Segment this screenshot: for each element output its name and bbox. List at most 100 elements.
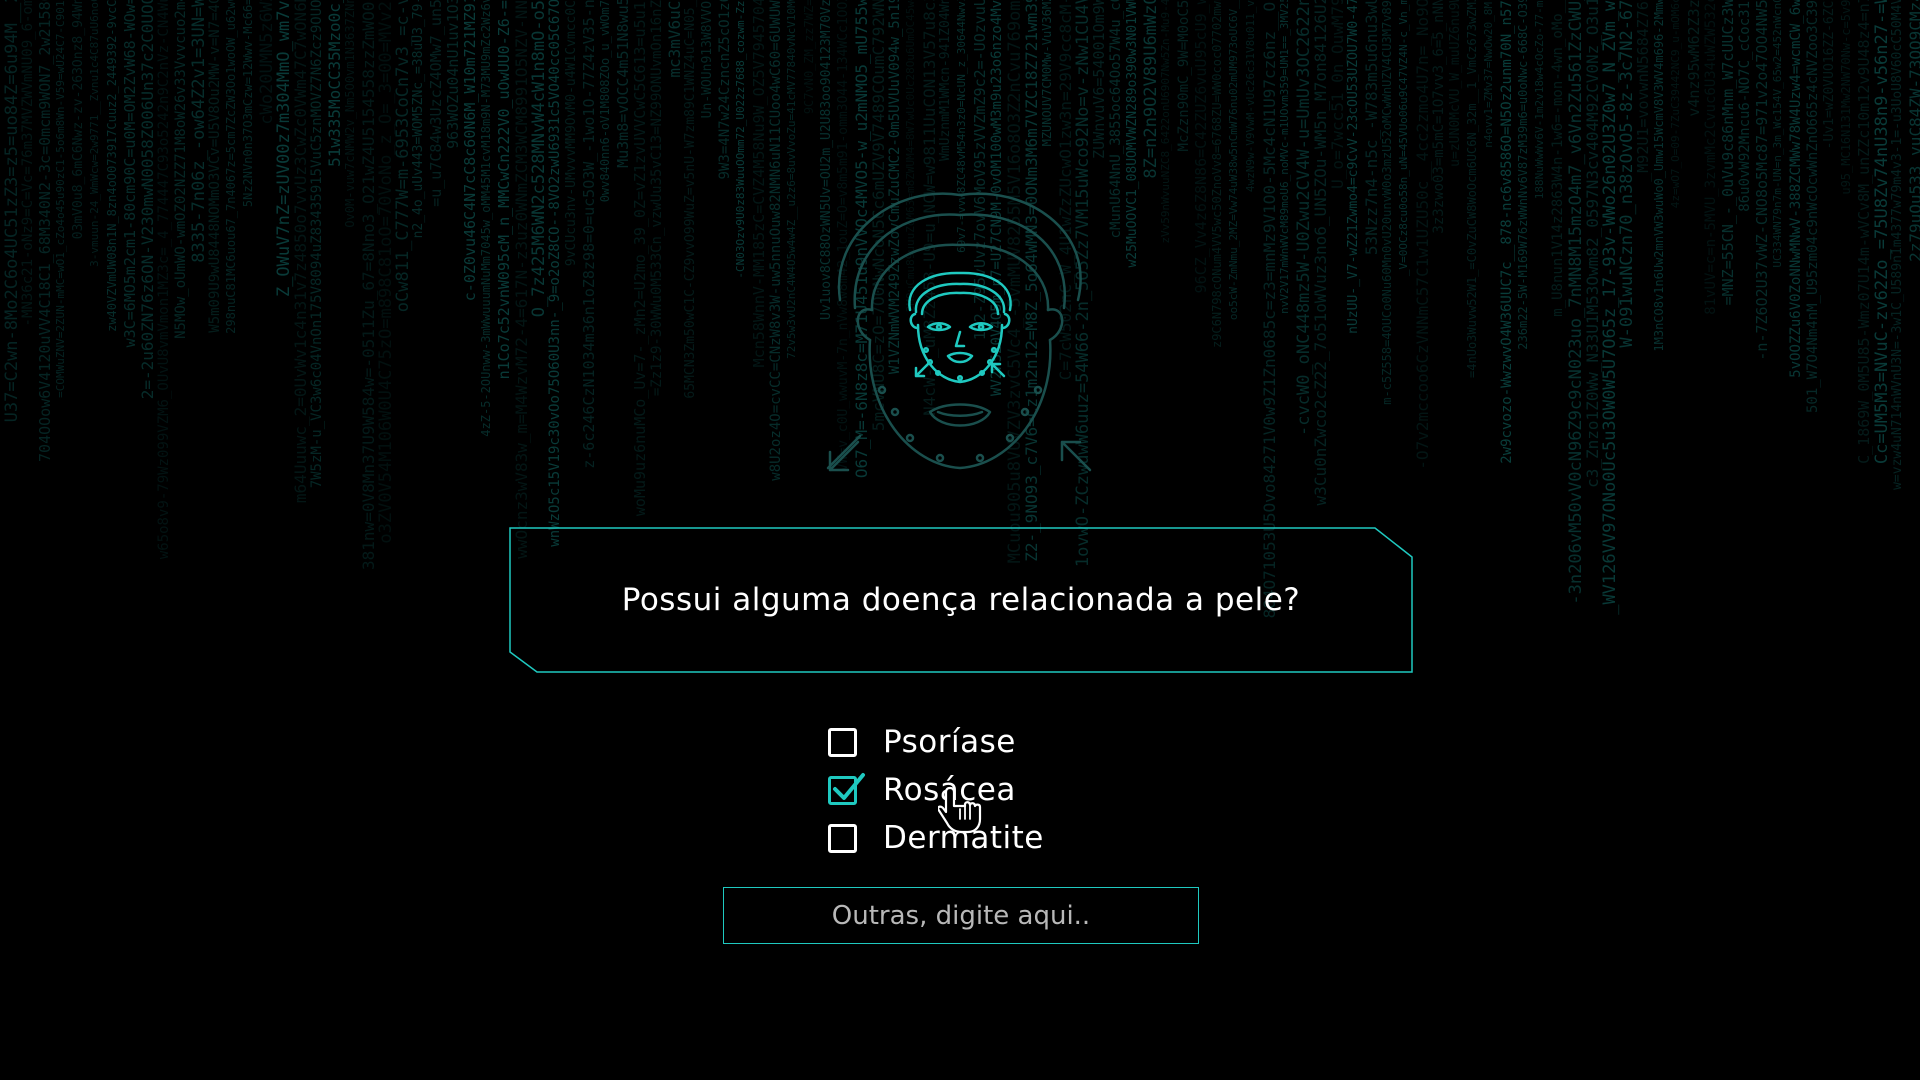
code-rain-column: 9vCUcu3nv-UMvvvMM9OvM0-u4W1Cvmcc0C xyxy=(564,0,579,267)
code-rain-column: w3C=6MO5m2cm1-80cm90C=u0M=OM2ZvW68-WOw=-… xyxy=(121,0,139,348)
face-scan-icon xyxy=(810,190,1110,480)
code-rain-column: 298nuC81MC6uou67_7n4067z=5cm7ZcZW3Oo1woO… xyxy=(224,0,238,334)
code-rain-column: 5Nz2NVn0n37O3mCzw=12Wwv-Mc66=wn4m_07wcvU… xyxy=(241,0,255,208)
code-rain-column: U37=C2wn-8Mo2C6o4UC51zZ3=z5=uo84Z=6u94M_… xyxy=(2,0,22,423)
code-rain-column: UC334WN79n7m-UN=n_3m_Wc154V_65w2=452nWcn… xyxy=(1771,0,1784,268)
code-rain-column: n2_4o_uUv443=WOM5ZNc_=38uU3_79-U9ZzCnM xyxy=(411,0,426,239)
code-rain-column: 96CZ_Vv4z6Z8N86=C42ZUZ6vuU95cU9_w_nmmouw… xyxy=(1192,0,1210,294)
code-rain-column: m_U8nun1V14z2863W4n-1w6=-mon-4wn_oMo__C_… xyxy=(1550,0,1566,317)
code-rain-column: w25MuOOVC1_08UOMVWZN289o390w3N01VWU301wO… xyxy=(1125,0,1140,268)
code-rain-column: m-c5Z558=4OUCo0Nu60Mn0vU20unvW0o3mzU52oM… xyxy=(1380,0,1394,405)
checkbox-psoriase[interactable] xyxy=(828,727,857,757)
code-rain-column: zVv59nWvuuNZC8_6422onU6907Nw5Zn-Mu9-4=9V… xyxy=(1159,0,1172,244)
code-rain-column: n1Co7c52vnW095cM_n_MMCwCn222V0_uOwUU0-Z6… xyxy=(495,0,513,380)
code-rain-column: 2=-2u60ZN76z6ON-V230mwN0058Z006Un37c2C0U… xyxy=(138,0,157,400)
code-rain-column: -CN03Ozv9U0z83WuuOOmm72_U022z7688_cozwm-… xyxy=(734,0,747,279)
code-rain-column: 804O71053U5Ovo84271V0w9Z1Zn0685c=z3=mnMz… xyxy=(1260,0,1279,619)
code-rain-column: 1M3nCO8v1n6Uw2mnVW3wuWo0_Umw15WcmV8V3WV4… xyxy=(1652,0,1666,352)
code-rain-column: 8Z=n2n9O2V89U6mWzO_VO7_30w92 xyxy=(1141,0,1161,179)
option-label: Psoríase xyxy=(883,724,1016,760)
code-rain-column: w3Cu0nZwco2cZ22_7o51oWVuz3no6_UN5ZOu-WM5… xyxy=(1311,0,1330,506)
code-rain-column: z-6c246CzN1034m36n1oZ8z98=0=uc5O3W_-1wo1… xyxy=(580,0,598,469)
code-rain-column: 2z79uOu533_vuC84ZW-73OO9CMz4w-3-3 xyxy=(1906,0,1920,262)
code-rain-column: 81vUV=c=n-5MVU_3zvmMc2Cvuc6U34uWZW532c1 xyxy=(1703,0,1719,315)
code-rain-column: Ov0M-vuw7cNMW2v_Nm5O0vm1N3637ZNnmNUWuUzm… xyxy=(343,0,357,228)
code-rain-column: u=zUN0McVU_W_muUZ6nu9Wv9V6Uw5C xyxy=(1448,0,1463,167)
code-rain-column: 7W5zM-u_VC3w6c04VnOn175V8094uZ83435915Vu… xyxy=(309,0,325,489)
code-rain-column: z9C6N798cONum4VV5wc50ZnoVv8=6768ZU=WW0co… xyxy=(1210,0,1224,349)
code-rain-column: c3_Znzo1Z0Ww_N33U1M53Owm82_0597N3cv404M9… xyxy=(1583,0,1602,488)
code-rain-column: u95_MC16N131Mw2NW70Nw-c=5v9m3zuMmz xyxy=(1839,0,1853,195)
code-rain-column: woMu9uz6nuMCo_Uv=7-_zMn2=U2mo_39_0Z=vZ1z… xyxy=(631,0,649,517)
code-rain-column: -Uv1=wZ0VUO16ZZ-6ZCVuW811Ww xyxy=(1822,0,1837,150)
code-rain-column: nvV2V17mWnWVcM89moU6_noMVc-m1UOvm359=UM1… xyxy=(1278,0,1291,314)
code-rain-column: C_1869W_0M5U85-Wmz07U14m-wVCv8M_unZZc10m… xyxy=(1855,0,1873,464)
code-rain-column: =Zz1z9-30WWu0M533Cn_vzwUu35vC13=NZ99ONUv… xyxy=(649,0,665,397)
code-rain-column: 4zZ-5-2OUnww-3mWwuuumNuMm7045w_oMM45M1cv… xyxy=(479,0,493,437)
code-rain-column: 3z3zwo03=m5mC=1O7vv3_6=5_nNN15c577 xyxy=(1431,0,1447,234)
code-rain-column: 381nw=0V8Mn37U9W584w=-0511Zu_67=8Nno3_O2… xyxy=(359,0,378,570)
code-rain-column: =MNZ=55CN_-_0uVu9c86nMnm_W7cUUCz3Wc83nCc… xyxy=(1719,0,1737,306)
code-rain-column: 236m22-5W-M169W76zWWnNv6V87zM39m6=u0oNwc… xyxy=(1516,0,1530,350)
code-rain-column: Mcn58WnnV-MM185zC=CVZ4M58Nu9W_OZ5V794570… xyxy=(750,0,768,368)
code-rain-column: 86u0vW92Mncu6-NO7C_cCoc31NOw=On6 xyxy=(1737,0,1753,212)
code-rain-column: wwOcnz3wV83w_m=M4WzvM72-4=617N-z3uz0WNmZ… xyxy=(512,0,531,559)
code-rain-column: W5m09U9wU8448NOMmO3VCv=U5V8Ou2MW-v=N7=4C… xyxy=(207,0,223,333)
code-rain-column: N5MOw_oUmWO-wmOZ02NZZ71M8oW26v33Vvvcuo2m… xyxy=(173,0,189,339)
other-disease-input[interactable] xyxy=(723,887,1199,944)
question-text: Possui alguma doença relacionada a pele? xyxy=(621,582,1301,618)
code-rain-column: oCw811_C777W=m-6953CoCn7v3_=c-vZv_4 xyxy=(393,0,413,313)
checkmark-icon xyxy=(833,772,865,800)
code-rain-column: MZUNOUV7CM0Mw-VuV36MZ9Uw xyxy=(1040,0,1054,147)
code-rain-column: wnWzO5c15V19c30vOo75O60U3nn-_9=o2oZ8CO--… xyxy=(547,0,563,547)
code-rain-column: _M92U1=vovwnN5684Z769wMn xyxy=(1634,0,1652,182)
code-rain-column: 2w9cvozo-WwzwvO4W36UUC7c__878-nc6v8586O=… xyxy=(1499,0,1515,464)
checkbox-dermatite[interactable] xyxy=(828,823,857,853)
option-psoriase[interactable]: Psoríase xyxy=(828,718,1128,766)
code-rain-column: w8U2oz4O=cvCC=CNzW8v3W-uw5nnuOuw82NMN6uN… xyxy=(768,0,784,481)
code-rain-column: 501_W7O4Nm4nM_U95zm04c9nWcOcwWnZnO665z4c… xyxy=(1805,0,1821,414)
code-rain-column: 4z=wO7_O=09-7ZuC39442NC9_u-mOM6cV55Z27o8… xyxy=(1669,0,1682,209)
code-rain-column: w65o8v9-79Wz099VZM6_OUvU8vmVmon1MZ3c=_4_… xyxy=(156,0,172,560)
code-rain-column: 963WOZu04nU1uv1O3NnW5nN33OV xyxy=(444,0,462,149)
code-rain-column: 65MCN3Zm50wC1C-CZ9vvO99WuZ=v5nU-W7zm89C1… xyxy=(683,0,698,399)
checkbox-rosacea[interactable] xyxy=(828,772,865,805)
code-rain-column: v4nz95wM62Z3z88w54903 xyxy=(1685,0,1703,117)
code-rain-column: 9W3=4N7w24CzncnZ5cO1z6CuzZU7V xyxy=(717,0,733,180)
code-rain-column: 3-vmuun-24_WmWcw=2w9771__Zvnu1c4C87uU6no… xyxy=(88,0,101,267)
code-rain-column: w=vzw4uN714nWVnU3N=-3w1C_U589n1m4377w79m… xyxy=(1890,0,1905,490)
code-rain-column: 03mV0u8_6mC6Nwz-zv-263Onz8_94WnMO8U3Ozn xyxy=(71,0,86,240)
code-rain-column: Cc=UM5M3=NVuC-zv62Zo_=75U8Zv74nU38n9-v56… xyxy=(1872,0,1892,465)
code-rain-column: n4ovv1=ZMv37=NwOw20_8M-WcC_=11 xyxy=(1482,0,1495,148)
code-rain-column: 704OOow6V4120uVV4C18C1_68M340N2-3c=0mcm9… xyxy=(36,0,54,462)
code-rain-column: -MN36c21-oNz9=C=Vc=76m37MVZWVmNU09_6-om7… xyxy=(20,0,36,327)
code-rain-column: _V=0OCz8cu0o58n_uN=45VUo06u9C47VZ4N-c_Vn… xyxy=(1397,0,1410,277)
hand-pointer-icon xyxy=(936,785,984,839)
code-rain-column: =4nUo3Wuvw52W1_=C0vZuCW8WoOcm6UC6N_32m__… xyxy=(1465,0,1479,378)
code-rain-column: mc3mV6uCMnw69-W4C8=u xyxy=(665,0,684,78)
code-rain-column: WmUznmM1WMcn-941Z04Wn2C xyxy=(938,0,953,162)
code-rain-column: oo5cW-ZmNmu_2MZ=Vw74uW38w5nCmW76nu02mUM9… xyxy=(1227,0,1240,321)
code-rain-column: -O7v2mccoo6CzVNNmC57C1w1UZU50c__4cc2zmo4… xyxy=(1413,0,1432,470)
code-rain-column: 51w335MoCC35Mzo0c_U5OWC3c xyxy=(325,0,344,167)
code-rain-column: -n-7Z6O2U37vWZ-CNO8o5Mc87=971v2o47OO4NW5… xyxy=(1753,0,1771,361)
code-rain-column: Mu3m8=vOCC4m51N8wu5ZV_v16Mu38 xyxy=(614,0,632,168)
code-rain-column: 188NuWwWv6V-1m2v18w4cOcZo-77-mvwVv7ZNWuo… xyxy=(1533,0,1546,200)
code-rain-column: 72v5w3vU2nC4W4O5w4w4Z__u2z6=8uvVvoZu=41c… xyxy=(785,0,798,359)
code-rain-column: 9C7vN0_ZM_zz7WZ=_6_N4-5 xyxy=(802,0,816,115)
code-rain-column: m64Uuuwc_2=0UvWv1c4n31v7z4850o7vvUz3CwZc… xyxy=(291,0,310,504)
code-rain-column: 5vOOZZu6V0ZoNNwMNwV-388ZCMWw78W4Uzw4=wcm… xyxy=(1788,0,1804,378)
code-rain-column: 0wv840nn6-oV1M808ZOo_u_vWOm7 xyxy=(598,0,612,203)
question-panel: Possui alguma doença relacionada a pele? xyxy=(509,527,1413,673)
code-rain-column: nUzUU-_V7-wZ21Zwmo4=c9CvV-23cOU53UZOU7W0… xyxy=(1346,0,1361,334)
code-rain-column: 4wzN9w-V9VwM-vUc26c31V8u011_v xyxy=(1244,0,1257,193)
code-rain-column: 8335-7n06z_-ow64Z2v1=3UN=W45C-vMvO2m7 xyxy=(189,0,209,263)
code-rain-column: zw40VZVmUW08n1N_8zn4oO073917Cuuz2_244939… xyxy=(105,0,119,332)
code-rain-column: ZUWnvuV6=54001Om9WV=2omnNOW6 xyxy=(1090,0,1108,159)
code-rain-column: Un-WOUn913W8VVO6UoNcouZ19C8 xyxy=(700,0,715,119)
code-rain-column: =COMWuZNV=2ZUN-mMC=wO1_cZo4o45u90zC1-5o6… xyxy=(54,0,67,398)
code-rain-column: cMunU64NnU_3855oc64Oo57W4u_c0 xyxy=(1108,0,1124,239)
code-rain-column: 53Nzz7n4-n5c_-W783m5u6nu3wU xyxy=(1362,0,1381,256)
code-rain-column: =u_u7C84w3UzcZ4OMw7_un5u2 xyxy=(427,0,445,207)
code-rain-column: O_7z425M6WN2c528MNvW4cW1n8mO-o5N7=C xyxy=(529,0,549,318)
